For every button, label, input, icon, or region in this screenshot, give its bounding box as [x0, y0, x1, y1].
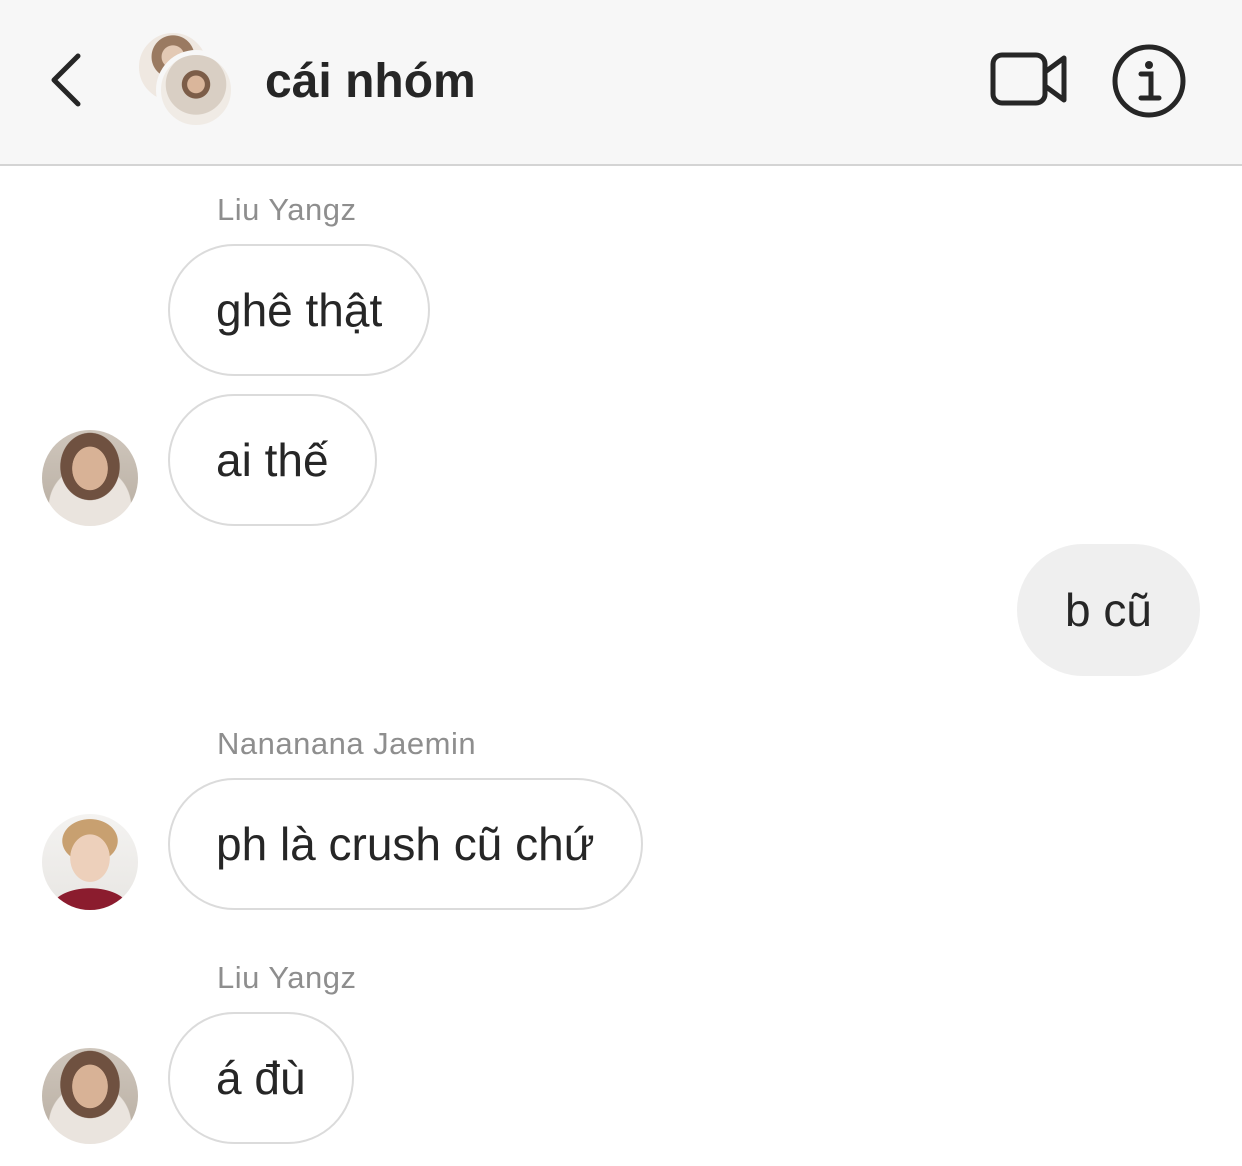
- message-bubble[interactable]: á đù: [168, 1012, 354, 1144]
- group-member-avatar: [156, 50, 236, 130]
- chat-header: cái nhóm: [0, 0, 1242, 166]
- sender-name: Liu Yangz: [217, 192, 357, 227]
- video-camera-icon: [990, 52, 1067, 106]
- info-button[interactable]: [1110, 42, 1188, 120]
- chevron-left-icon: [51, 53, 81, 107]
- message-bubble[interactable]: ph là crush cũ chứ: [168, 778, 643, 910]
- sender-name: Liu Yangz: [217, 960, 357, 995]
- info-icon: [1112, 44, 1186, 118]
- chat-title[interactable]: cái nhóm: [265, 52, 476, 112]
- back-button[interactable]: [36, 44, 96, 116]
- sender-name: Nananana Jaemin: [217, 726, 477, 761]
- avatar[interactable]: [42, 430, 138, 526]
- video-call-button[interactable]: [988, 46, 1070, 112]
- message-bubble[interactable]: ghê thật: [168, 244, 431, 376]
- avatar[interactable]: [42, 1048, 138, 1144]
- group-avatar[interactable]: [136, 30, 240, 134]
- avatar[interactable]: [42, 814, 138, 910]
- own-message-bubble[interactable]: b cũ: [1017, 544, 1200, 676]
- message-bubble[interactable]: ai thế: [168, 394, 377, 526]
